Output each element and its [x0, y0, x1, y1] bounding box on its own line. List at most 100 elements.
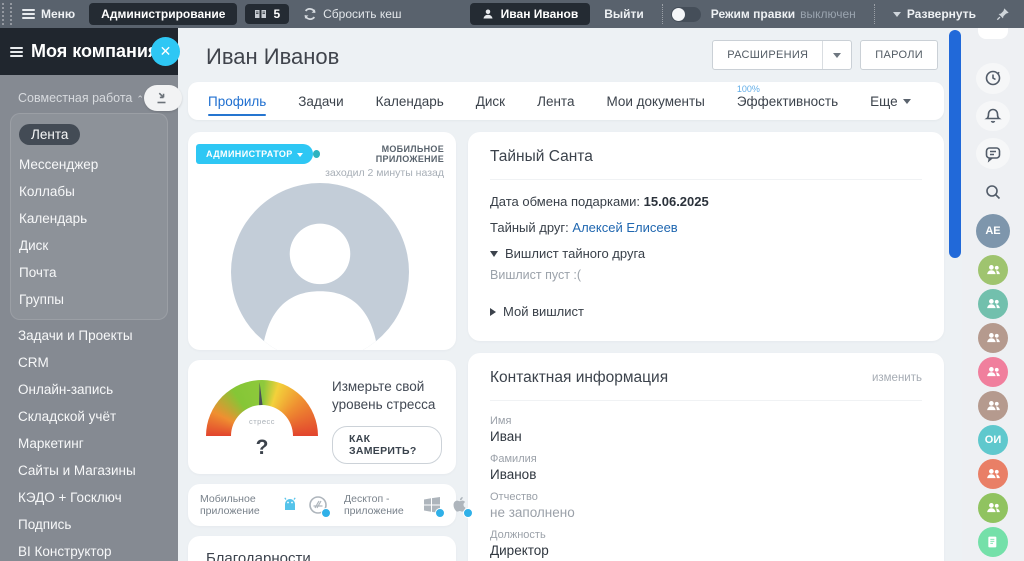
field-label: Отчество [490, 491, 922, 503]
stress-gauge: стресс ? [206, 380, 318, 436]
time-button[interactable] [976, 63, 1010, 94]
contact-title: Контактная информация [490, 369, 668, 387]
user-button[interactable]: Иван Иванов [470, 3, 591, 25]
last-seen-text: заходил 2 минуты назад [313, 167, 444, 179]
scrollbar-thumb[interactable] [949, 30, 961, 258]
sidebar-item-crm[interactable]: CRM [10, 349, 168, 376]
hamburger-icon [22, 7, 35, 21]
gauge-label: стресс [206, 417, 318, 426]
chat-avatar-group[interactable] [978, 391, 1008, 421]
triangle-down-icon [490, 251, 498, 257]
reset-cache-button[interactable]: Сбросить кеш [293, 7, 411, 21]
extensions-dropdown-button[interactable] [822, 41, 851, 69]
rail-handle[interactable] [978, 28, 1008, 39]
admin-button[interactable]: Администрирование [89, 3, 237, 25]
tab-drive[interactable]: Диск [476, 82, 505, 120]
left-sidebar: Моя компания ✕ Совместная работа⌃ Лента … [0, 28, 178, 561]
sidebar-close-button[interactable]: ✕ [151, 37, 180, 66]
gauge-value: ? [206, 436, 318, 460]
chat-avatar-news[interactable] [978, 527, 1008, 557]
notifications-button[interactable] [976, 101, 1010, 132]
sidebar-item-sites[interactable]: Сайты и Магазины [10, 457, 168, 484]
santa-friend-link[interactable]: Алексей Елисеев [572, 220, 677, 235]
sidebar-item-collabs[interactable]: Коллабы [11, 178, 167, 205]
edit-mode: Режим правки выключен [701, 7, 866, 21]
tab-calendar[interactable]: Календарь [376, 82, 444, 120]
stress-card: стресс ? Измерьте свой уровень стресса К… [188, 360, 456, 474]
android-icon[interactable] [280, 495, 300, 515]
chat-avatar-group[interactable] [978, 459, 1008, 489]
field-label: Имя [490, 415, 922, 427]
windows-icon[interactable] [422, 495, 442, 515]
desktop-app-link[interactable]: Десктоп - приложение [344, 493, 414, 518]
tab-feed[interactable]: Лента [537, 82, 574, 120]
messenger-button[interactable] [976, 138, 1010, 169]
apple-icon[interactable] [450, 495, 470, 515]
tab-more[interactable]: Еще [870, 82, 910, 120]
chat-avatar-group[interactable] [978, 357, 1008, 387]
search-button[interactable] [976, 176, 1010, 207]
tab-efficiency[interactable]: 100% Эффективность [737, 82, 838, 120]
sidebar-item-kedo[interactable]: КЭДО + Госключ [10, 484, 168, 511]
tab-profile[interactable]: Профиль [208, 82, 266, 120]
sidebar-collapse-button[interactable] [144, 85, 182, 111]
sidebar-item-groups[interactable]: Группы [11, 286, 167, 313]
profile-tabbar: Профиль Задачи Календарь Диск Лента Мои … [188, 82, 944, 120]
edit-mode-label: Режим правки [711, 7, 795, 21]
sidebar-item-calendar[interactable]: Календарь [11, 205, 167, 232]
profile-avatar[interactable] [231, 183, 409, 350]
drag-handle-icon[interactable] [2, 3, 12, 25]
sidebar-group-box: Лента Мессенджер Коллабы Календарь Диск … [10, 113, 168, 320]
chevron-down-icon [903, 99, 911, 104]
chat-avatar-group[interactable] [978, 493, 1008, 523]
mobile-app-link[interactable]: Мобильное приложение [200, 493, 272, 518]
sidebar-item-sign[interactable]: Подпись [10, 511, 168, 538]
sidebar-item-booking[interactable]: Онлайн-запись [10, 376, 168, 403]
chevron-up-icon: ⌃ [136, 94, 144, 104]
notifications-counter[interactable]: 5 [245, 4, 289, 24]
chat-avatar-initials[interactable]: ОИ [978, 425, 1008, 455]
edit-mode-toggle[interactable] [671, 7, 701, 22]
group-icon [985, 465, 1002, 482]
online-status-icon [313, 150, 320, 158]
sidebar-item-mail[interactable]: Почта [11, 259, 167, 286]
expand-button[interactable]: Развернуть [883, 7, 986, 21]
pin-button[interactable] [986, 7, 1024, 21]
role-badge[interactable]: АДМИНИСТРАТОР [196, 144, 313, 164]
extensions-button[interactable]: РАСШИРЕНИЯ [712, 40, 852, 70]
bell-icon [984, 107, 1002, 125]
chat-avatar-group[interactable] [978, 289, 1008, 319]
field-label: Фамилия [490, 453, 922, 465]
sidebar-item-bi[interactable]: BI Конструктор [10, 538, 168, 561]
chat-icon [984, 145, 1002, 163]
appstore-icon[interactable] [308, 495, 328, 515]
sidebar-item-inventory[interactable]: Складской учёт [10, 403, 168, 430]
passwords-button[interactable]: ПАРОЛИ [860, 40, 938, 70]
sidebar-item-tasks[interactable]: Задачи и Проекты [10, 322, 168, 349]
chevron-down-icon [297, 153, 303, 157]
how-to-measure-button[interactable]: КАК ЗАМЕРИТЬ? [332, 426, 442, 464]
chat-avatar-group[interactable] [978, 255, 1008, 285]
person-silhouette-icon [231, 193, 409, 350]
chat-avatar-group[interactable] [978, 323, 1008, 353]
efficiency-badge: 100% [737, 84, 760, 94]
tab-documents[interactable]: Мои документы [606, 82, 704, 120]
group-icon [985, 295, 1002, 312]
sidebar-item-marketing[interactable]: Маркетинг [10, 430, 168, 457]
edit-link[interactable]: изменить [872, 372, 922, 384]
sidebar-item-feed[interactable]: Лента [11, 118, 167, 151]
contact-info-card: Контактная информация изменить Имя Иван … [468, 353, 944, 561]
group-icon [985, 261, 1002, 278]
logout-button[interactable]: Выйти [594, 7, 654, 21]
sidebar-item-messenger[interactable]: Мессенджер [11, 151, 167, 178]
sidebar-item-drive[interactable]: Диск [11, 232, 167, 259]
hamburger-icon[interactable] [10, 45, 23, 59]
separator [662, 4, 663, 24]
tab-tasks[interactable]: Задачи [298, 82, 343, 120]
chat-avatar-user[interactable]: АЕ [976, 214, 1010, 248]
menu-button[interactable]: Меню [12, 7, 85, 21]
pin-icon [996, 7, 1010, 21]
app-body: Иван Иванов РАСШИРЕНИЯ ПАРОЛИ Профиль За… [0, 28, 1024, 561]
friend-wishlist-toggle[interactable]: Вишлист тайного друга [490, 246, 922, 261]
my-wishlist-toggle[interactable]: Мой вишлист [490, 304, 922, 319]
